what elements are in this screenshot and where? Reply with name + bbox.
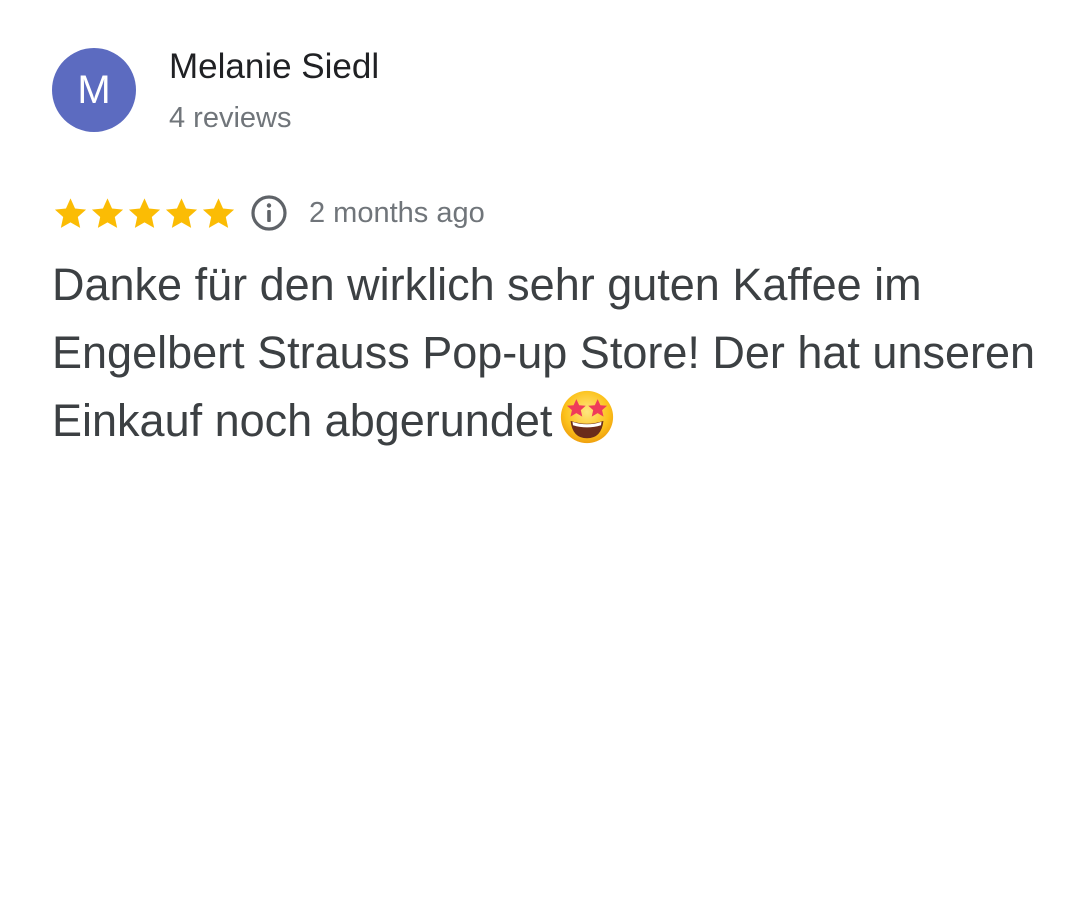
- star-icon: [128, 197, 161, 228]
- avatar[interactable]: M: [52, 48, 136, 132]
- author-name[interactable]: Melanie Siedl: [169, 46, 379, 88]
- review-body: Danke für den wirklich sehr guten Kaffee…: [52, 259, 1036, 446]
- star-rating: [52, 195, 237, 232]
- review-time: 2 months ago: [309, 197, 485, 229]
- star-icon: [165, 197, 198, 228]
- author-review-count[interactable]: 4 reviews: [169, 100, 292, 136]
- rating-row: 2 months ago: [52, 192, 485, 234]
- review-text: Danke für den wirklich sehr guten Kaffee…: [52, 251, 1052, 455]
- star-icon: [54, 197, 87, 228]
- star-icon: [91, 197, 124, 228]
- avatar-initial: M: [77, 68, 111, 112]
- star-icon: [202, 197, 235, 228]
- review-card: M Melanie Siedl 4 reviews 2 months ago D…: [0, 0, 1080, 922]
- star-struck-emoji: [561, 390, 614, 444]
- info-icon[interactable]: [249, 193, 289, 233]
